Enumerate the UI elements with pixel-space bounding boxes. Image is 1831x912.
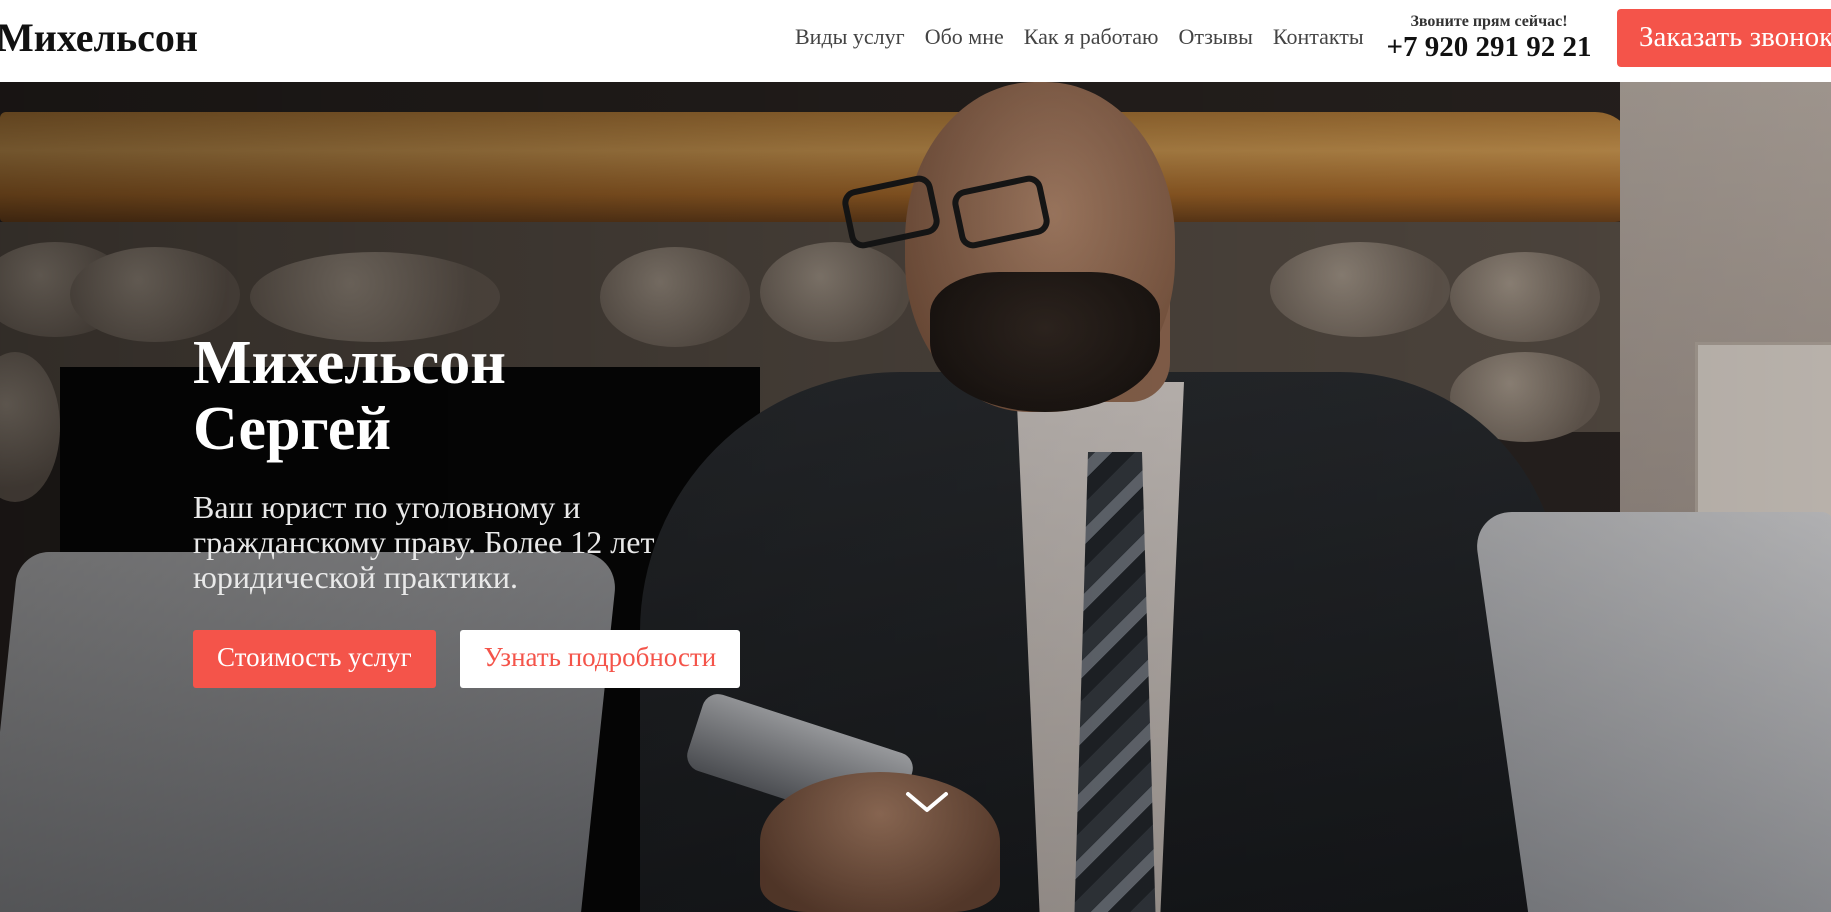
- hero-title-line2: Сергей: [193, 395, 392, 463]
- nav-link-about[interactable]: Обо мне: [925, 24, 1004, 50]
- pricing-button[interactable]: Стоимость услуг: [193, 630, 436, 688]
- phone-number[interactable]: +7 920 291 92 21: [1383, 31, 1595, 63]
- hero-content: Михельсон Сергей Ваш юрист по уголовному…: [193, 330, 753, 595]
- nav-link-services[interactable]: Виды услуг: [795, 24, 905, 50]
- hero-title: Михельсон Сергей: [193, 330, 753, 462]
- call-caption: Звоните прям сейчас!: [1410, 13, 1568, 30]
- hero-buttons: Стоимость услуг Узнать подробности: [193, 630, 741, 688]
- site-header: Михельсон Виды услуг Обо мне Как я работ…: [0, 0, 1831, 82]
- learn-more-button[interactable]: Узнать подробности: [459, 630, 741, 688]
- hero-subtitle: Ваш юрист по уголовному и гражданскому п…: [193, 489, 655, 595]
- chevron-down-icon[interactable]: [905, 790, 949, 816]
- main-nav: Виды услуг Обо мне Как я работаю Отзывы …: [795, 24, 1384, 50]
- order-call-button[interactable]: Заказать звонок: [1617, 9, 1831, 67]
- call-info: Звоните прям сейчас! +7 920 291 92 21: [1383, 13, 1595, 63]
- hero-title-line1: Михельсон: [193, 329, 507, 397]
- nav-link-how-i-work[interactable]: Как я работаю: [1024, 24, 1159, 50]
- nav-link-reviews[interactable]: Отзывы: [1178, 24, 1252, 50]
- nav-link-contacts[interactable]: Контакты: [1273, 24, 1364, 50]
- site-logo[interactable]: Михельсон: [0, 14, 198, 61]
